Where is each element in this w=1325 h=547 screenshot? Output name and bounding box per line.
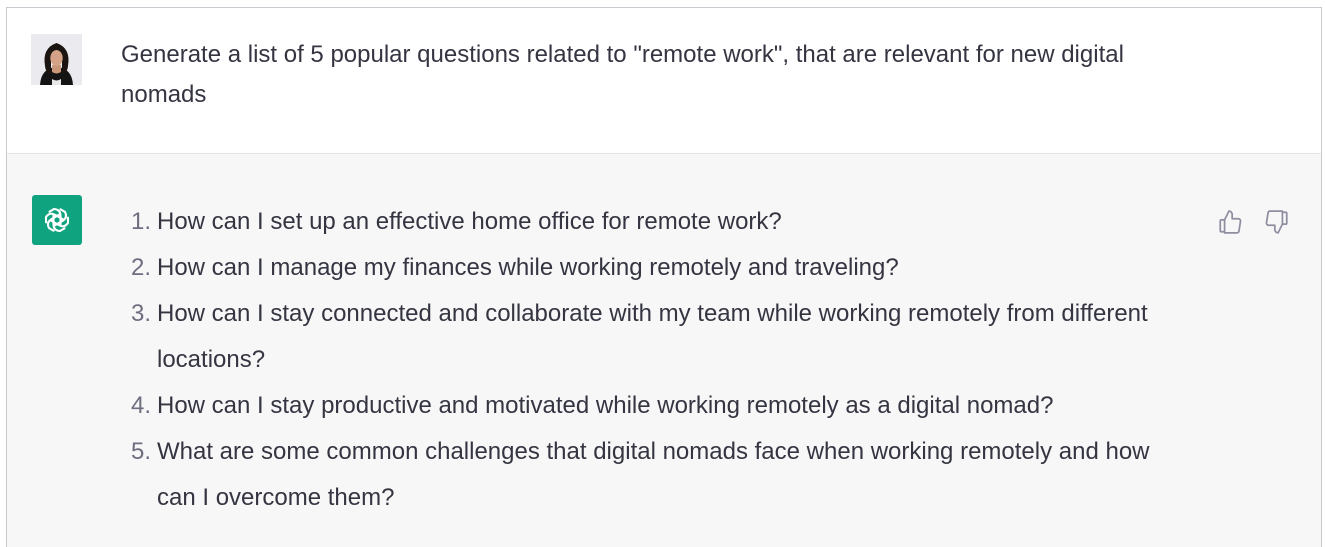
chat-conversation: Generate a list of 5 popular questions r… xyxy=(6,7,1322,547)
list-item-number: 1. xyxy=(130,208,151,235)
list-item-text: How can I set up an effective home offic… xyxy=(157,208,782,235)
list-item-number: 4. xyxy=(130,392,151,419)
answer-list: 1. How can I set up an effective home of… xyxy=(117,199,1192,521)
list-item: 5. What are some common challenges that … xyxy=(117,429,1192,521)
list-item-number: 5. xyxy=(130,438,151,465)
user-message-text: Generate a list of 5 popular questions r… xyxy=(121,41,1124,108)
list-item-text: How can I manage my finances while worki… xyxy=(157,254,899,281)
thumbs-up-button[interactable] xyxy=(1215,207,1245,237)
list-item-number: 2. xyxy=(130,254,151,281)
thumbs-down-button[interactable] xyxy=(1262,207,1292,237)
list-item: 2. How can I manage my finances while wo… xyxy=(117,245,1192,291)
assistant-message-row: 1. How can I set up an effective home of… xyxy=(7,154,1321,547)
list-item-text: How can I stay productive and motivated … xyxy=(157,392,1054,419)
list-item-number: 3. xyxy=(130,300,151,327)
thumbs-down-icon xyxy=(1265,210,1288,234)
list-item-text: How can I stay connected and collaborate… xyxy=(157,300,1148,373)
user-message-row: Generate a list of 5 popular questions r… xyxy=(7,8,1321,154)
user-avatar-photo xyxy=(31,34,82,85)
list-item: 4. How can I stay productive and motivat… xyxy=(117,383,1192,429)
list-item-text: What are some common challenges that dig… xyxy=(157,438,1150,511)
user-avatar xyxy=(31,34,82,85)
list-item: 1. How can I set up an effective home of… xyxy=(117,199,1192,245)
thumbs-up-icon xyxy=(1219,210,1242,234)
openai-logo-icon xyxy=(32,195,82,245)
list-item: 3. How can I stay connected and collabor… xyxy=(117,291,1192,383)
